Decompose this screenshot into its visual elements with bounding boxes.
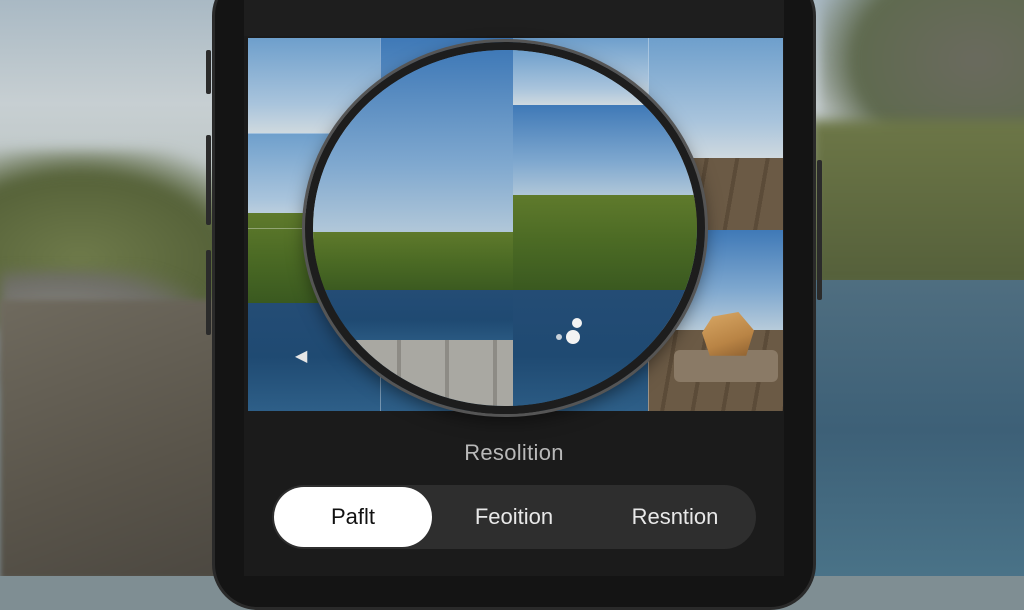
magnifier-icon[interactable] <box>305 42 705 414</box>
magnified-sky <box>513 105 697 200</box>
chevron-left-icon[interactable]: ◀ <box>295 346 307 366</box>
top-bar <box>244 0 784 36</box>
background-lake <box>800 280 1024 576</box>
firepit-image <box>672 312 782 392</box>
phone-volume-up-button <box>206 135 211 225</box>
phone-side-button <box>206 50 211 94</box>
segment-option-2[interactable]: Feoition <box>434 487 594 547</box>
mode-segmented-control[interactable]: Paflt Feoition Resntion <box>272 485 756 549</box>
indicator-dot <box>556 334 562 340</box>
segment-option-3[interactable]: Resntion <box>596 487 754 547</box>
magnified-view <box>313 50 697 406</box>
background-deck <box>0 300 240 576</box>
phone-power-button <box>817 160 822 300</box>
phone-volume-down-button <box>206 250 211 335</box>
background-meadow <box>810 120 1024 290</box>
magnified-hills <box>313 232 513 292</box>
indicator-dot <box>566 330 580 344</box>
section-title: Resolition <box>464 440 564 465</box>
magnified-meadow <box>513 195 697 290</box>
segment-option-1[interactable]: Paflt <box>274 487 432 547</box>
magnified-sky <box>513 50 697 105</box>
indicator-dot <box>572 318 582 328</box>
magnified-sky <box>313 50 513 240</box>
pan-indicator-icon <box>556 318 596 352</box>
magnified-deck <box>353 340 513 406</box>
firepit-stone <box>702 312 754 356</box>
